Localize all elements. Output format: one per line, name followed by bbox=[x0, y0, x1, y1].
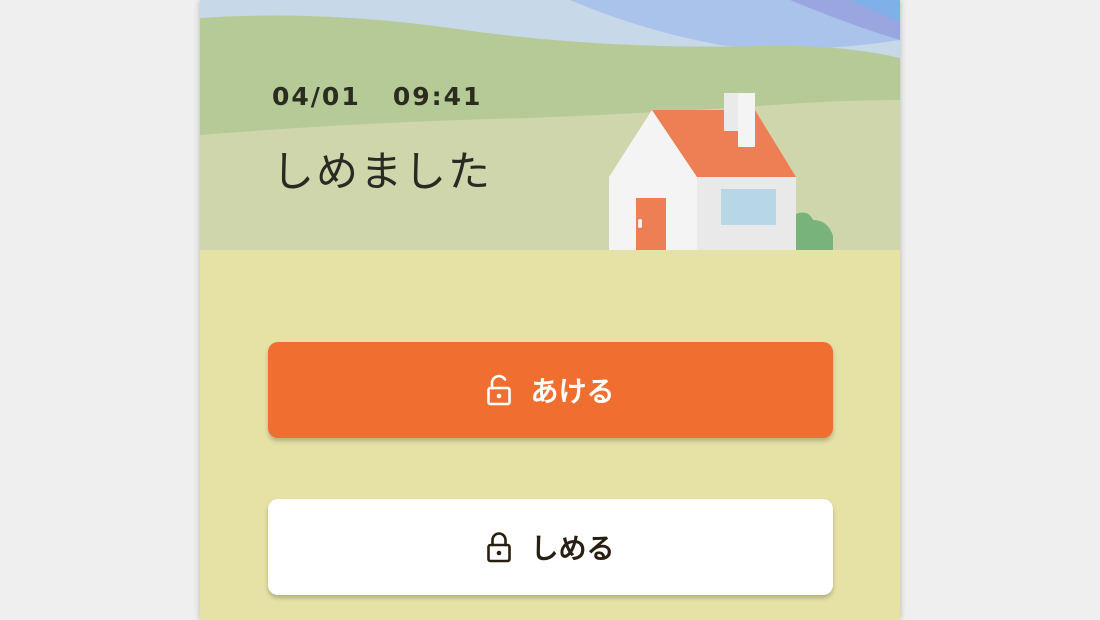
app-screen: 04/01 09:41 しめました あける しめる bbox=[200, 0, 900, 620]
unlocked-padlock-icon bbox=[486, 374, 512, 406]
status-datetime: 04/01 09:41 bbox=[272, 82, 482, 111]
locked-padlock-icon bbox=[486, 531, 512, 563]
lock-status-message: しめました bbox=[272, 147, 493, 196]
open-button[interactable]: あける bbox=[268, 342, 833, 438]
open-button-label: あける bbox=[530, 375, 615, 408]
status-time: 09:41 bbox=[392, 82, 483, 111]
status-date: 04/01 bbox=[272, 82, 361, 111]
close-button-label: しめる bbox=[530, 532, 615, 565]
close-button[interactable]: しめる bbox=[268, 499, 833, 595]
landscape-illustration bbox=[200, 0, 900, 250]
